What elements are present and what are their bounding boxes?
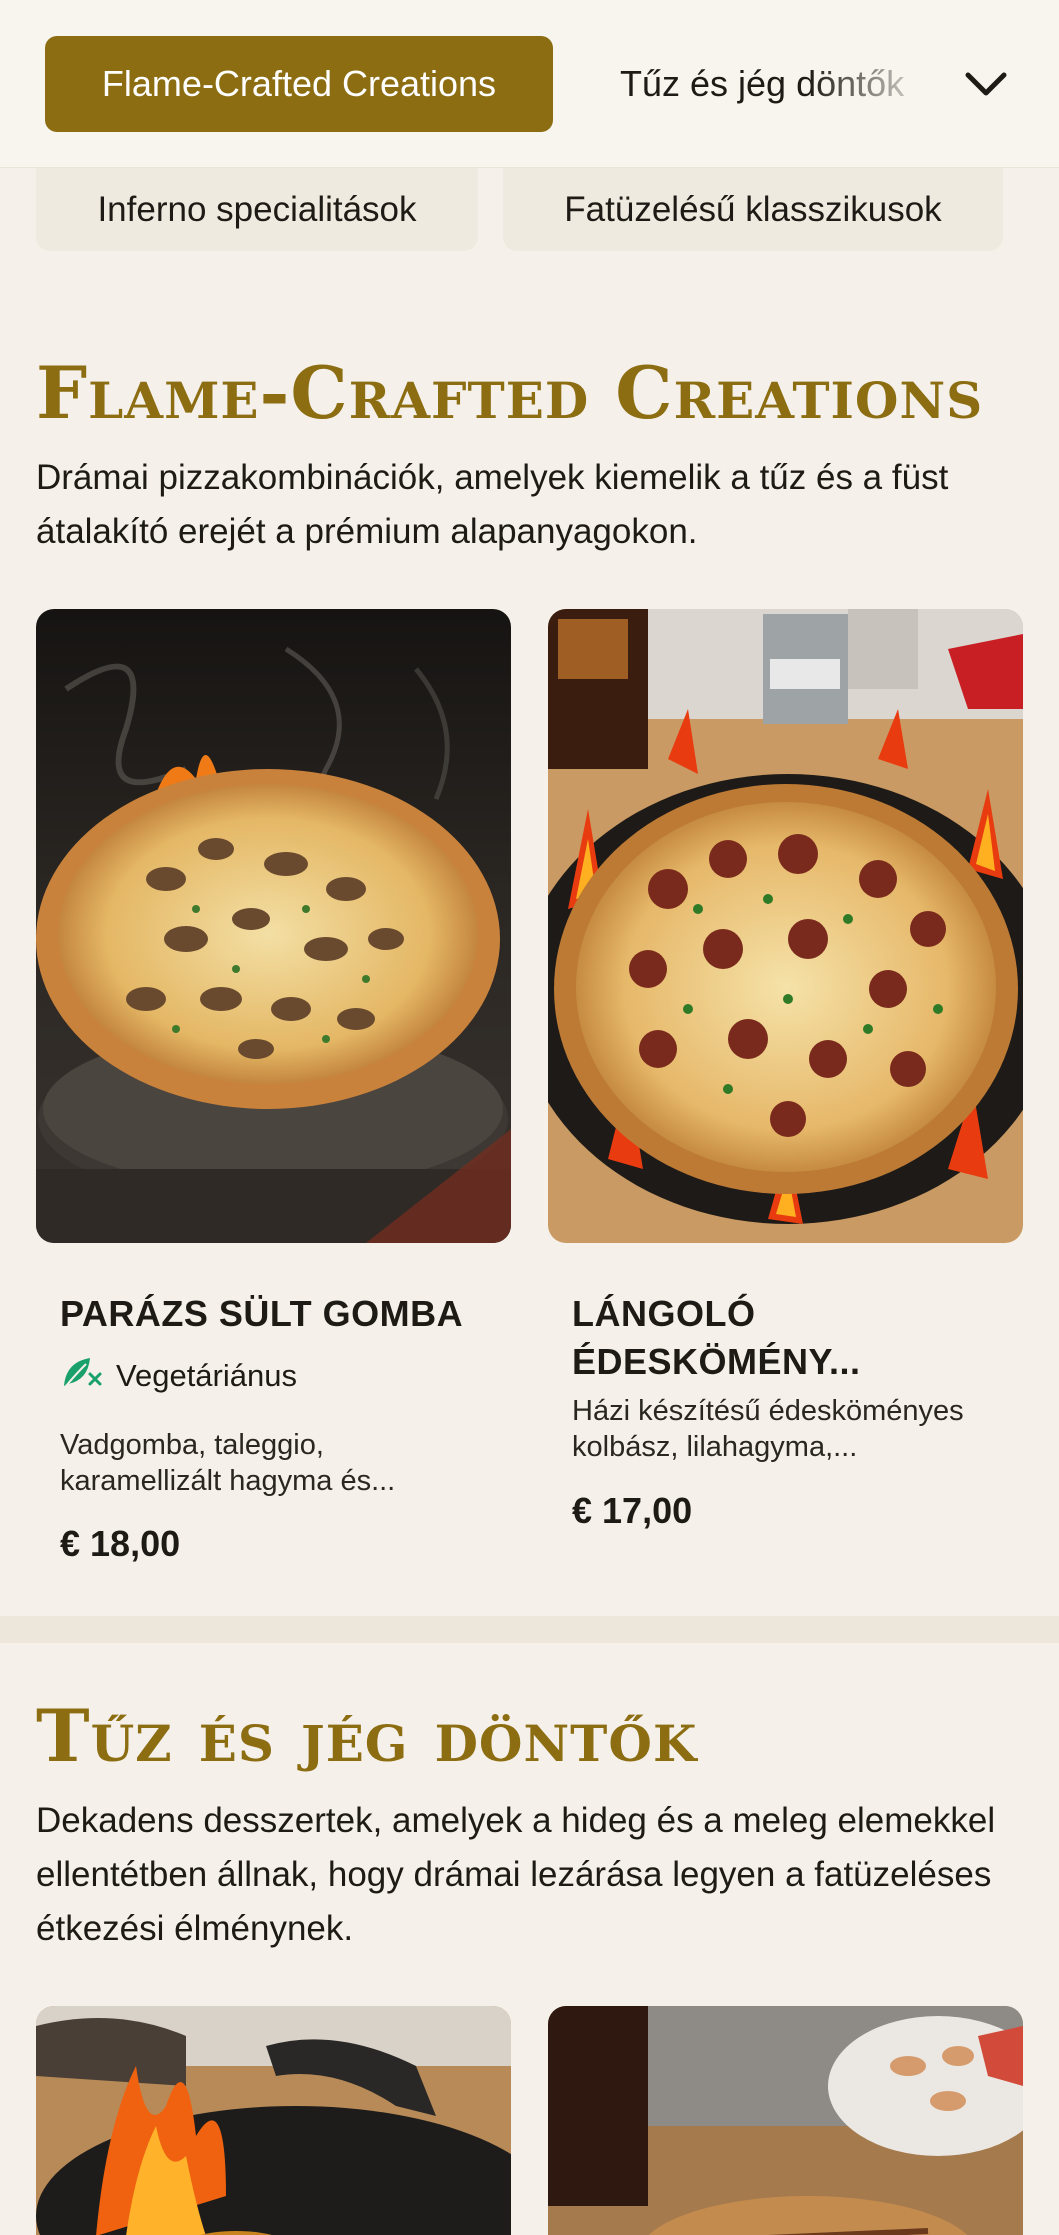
item-description: Házi készítésű édesköményes kolbász, lil… bbox=[572, 1395, 964, 1463]
nav-tab-flame-crafted[interactable]: Flame-Crafted Creations bbox=[45, 36, 553, 132]
veg-badge-label: Vegetáriánus bbox=[116, 1358, 297, 1393]
section-description: Drámai pizzakombinációk, amelyek kiemeli… bbox=[36, 458, 949, 551]
mushroom-pizza-photo[interactable] bbox=[36, 609, 511, 1243]
item-name: LÁNGOLÓ ÉDESKÖMÉNY... bbox=[572, 1293, 861, 1382]
section-title: Flame-Crafted Creations bbox=[36, 350, 984, 435]
flambe-dessert-photo[interactable] bbox=[36, 2006, 511, 2235]
sausage-pizza-photo[interactable] bbox=[548, 609, 1023, 1243]
subcategory-chips: Inferno specialitások Fatüzelésű klasszi… bbox=[0, 168, 1059, 254]
section-divider bbox=[0, 1616, 1059, 1643]
item-price: € 17,00 bbox=[572, 1490, 693, 1531]
section-description: Dekadens desszertek, amelyek a hideg és … bbox=[36, 1801, 996, 1948]
veg-badge: Vegetáriánus bbox=[60, 1352, 297, 1400]
item-price: € 18,00 bbox=[60, 1523, 181, 1564]
category-nav: Flame-Crafted Creations Tűz és jég döntő… bbox=[0, 0, 1059, 168]
item-name: PARÁZS SÜLT GOMBA bbox=[60, 1293, 464, 1334]
calzone-dessert-photo[interactable] bbox=[548, 2006, 1023, 2235]
section-title: Tűz és jég döntők bbox=[36, 1693, 698, 1778]
chip-fatuzelesu[interactable]: Fatüzelésű klasszikusok bbox=[503, 168, 1003, 251]
item-description: Vadgomba, taleggio, karamellizált hagyma… bbox=[60, 1429, 396, 1497]
nav-tab-tuz-es-jeg[interactable]: Tűz és jég döntők bbox=[620, 36, 936, 132]
chip-inferno[interactable]: Inferno specialitások bbox=[36, 168, 478, 251]
leaf-icon bbox=[60, 1352, 104, 1400]
chevron-down-icon[interactable] bbox=[960, 58, 1012, 110]
